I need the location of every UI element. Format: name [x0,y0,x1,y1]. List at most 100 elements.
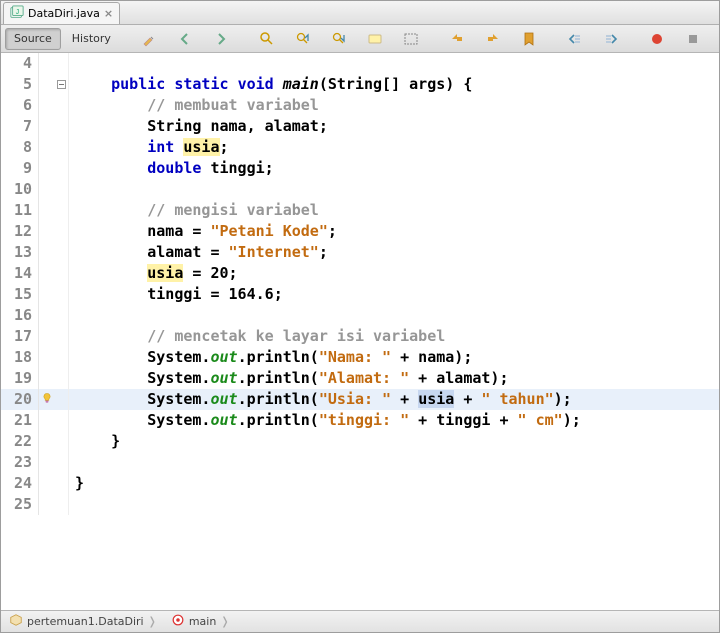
find-prev-button[interactable] [286,28,320,50]
fold-margin [55,452,69,473]
code-line[interactable]: 18 System.out.println("Nama: " + nama); [1,347,719,368]
code-text[interactable]: System.out.println("Usia: " + usia + " t… [69,389,719,410]
forward-button[interactable] [204,28,238,50]
code-text[interactable] [69,452,719,473]
fold-margin [55,200,69,221]
toggle-bookmark-button[interactable] [512,28,546,50]
code-line[interactable]: 7 String nama, alamat; [1,116,719,137]
fold-margin [55,53,69,74]
code-line[interactable]: 12 nama = "Petani Kode"; [1,221,719,242]
code-text[interactable]: tinggi = 164.6; [69,284,719,305]
code-line[interactable]: 20 System.out.println("Usia: " + usia + … [1,389,719,410]
find-selection-icon [259,31,275,47]
code-text[interactable]: public static void main(String[] args) { [69,74,719,95]
glyph-margin [39,305,55,326]
code-text[interactable]: String nama, alamat; [69,116,719,137]
code-line[interactable]: 24} [1,473,719,494]
next-bookmark-icon [485,31,501,47]
toggle-highlight-button[interactable] [358,28,392,50]
forward-icon [213,31,229,47]
fold-margin [55,305,69,326]
code-text[interactable]: int usia; [69,137,719,158]
code-text[interactable]: // mencetak ke layar isi variabel [69,326,719,347]
code-line[interactable]: 8 int usia; [1,137,719,158]
code-text[interactable]: double tinggi; [69,158,719,179]
breadcrumb-method[interactable]: main ❭ [167,613,236,631]
file-tab[interactable]: J DataDiri.java × [3,2,120,24]
line-number: 6 [1,95,39,116]
line-number: 20 [1,389,39,410]
code-text[interactable]: alamat = "Internet"; [69,242,719,263]
source-view-button[interactable]: Source [5,28,61,50]
shift-left-icon [567,31,583,47]
code-editor[interactable]: 45 public static void main(String[] args… [1,53,719,610]
code-text[interactable] [69,53,719,74]
fold-margin [55,95,69,116]
shift-left-button[interactable] [558,28,592,50]
start-macro-button[interactable] [640,28,674,50]
glyph-margin [39,179,55,200]
line-number: 7 [1,116,39,137]
code-text[interactable]: // mengisi variabel [69,200,719,221]
find-prev-icon [295,31,311,47]
code-line[interactable]: 19 System.out.println("Alamat: " + alama… [1,368,719,389]
code-line[interactable]: 13 alamat = "Internet"; [1,242,719,263]
code-line[interactable]: 5 public static void main(String[] args)… [1,74,719,95]
fold-margin [55,431,69,452]
fold-collapse-icon[interactable] [55,74,69,95]
svg-text:J: J [15,9,19,17]
code-line[interactable]: 15 tinggi = 164.6; [1,284,719,305]
code-line[interactable]: 4 [1,53,719,74]
code-line[interactable]: 17 // mencetak ke layar isi variabel [1,326,719,347]
find-next-button[interactable] [322,28,356,50]
code-text[interactable]: // membuat variabel [69,95,719,116]
last-edit-button[interactable] [132,28,166,50]
code-line[interactable]: 23 [1,452,719,473]
shift-right-button[interactable] [594,28,628,50]
code-text[interactable]: System.out.println("Alamat: " + alamat); [69,368,719,389]
code-text[interactable]: System.out.println("tinggi: " + tinggi +… [69,410,719,431]
code-line[interactable]: 16 [1,305,719,326]
code-text[interactable] [69,305,719,326]
next-bookmark-button[interactable] [476,28,510,50]
breadcrumb: pertemuan1.DataDiri ❭ main ❭ [1,610,719,632]
back-button[interactable] [168,28,202,50]
find-next-icon [331,31,347,47]
code-text[interactable]: System.out.println("Nama: " + nama); [69,347,719,368]
lightbulb-icon[interactable] [41,389,53,410]
glyph-margin [39,95,55,116]
code-text[interactable]: } [69,473,719,494]
shift-right-icon [603,31,619,47]
prev-bookmark-button[interactable] [440,28,474,50]
close-tab-icon[interactable]: × [104,7,113,20]
code-text[interactable]: } [69,431,719,452]
code-text[interactable] [69,179,719,200]
toggle-rect-select-button[interactable] [394,28,428,50]
line-number: 4 [1,53,39,74]
code-line[interactable]: 6 // membuat variabel [1,95,719,116]
glyph-margin [39,347,55,368]
code-line[interactable]: 10 [1,179,719,200]
code-text[interactable]: usia = 20; [69,263,719,284]
source-label: Source [14,32,52,45]
code-text[interactable]: nama = "Petani Kode"; [69,221,719,242]
code-line[interactable]: 25 [1,494,719,515]
code-line[interactable]: 9 double tinggi; [1,158,719,179]
glyph-margin [39,53,55,74]
code-line[interactable]: 11 // mengisi variabel [1,200,719,221]
line-number: 19 [1,368,39,389]
history-label: History [72,32,111,45]
code-line[interactable]: 21 System.out.println("tinggi: " + tingg… [1,410,719,431]
method-icon [171,613,185,630]
find-selection-button[interactable] [250,28,284,50]
code-text[interactable] [69,494,719,515]
fold-margin [55,410,69,431]
code-line[interactable]: 14 usia = 20; [1,263,719,284]
code-line[interactable]: 22 } [1,431,719,452]
stop-macro-button[interactable] [676,28,710,50]
history-view-button[interactable]: History [63,28,120,50]
toggle-bookmark-icon [521,31,537,47]
breadcrumb-class[interactable]: pertemuan1.DataDiri ❭ [5,613,163,631]
glyph-margin [39,326,55,347]
line-number: 8 [1,137,39,158]
